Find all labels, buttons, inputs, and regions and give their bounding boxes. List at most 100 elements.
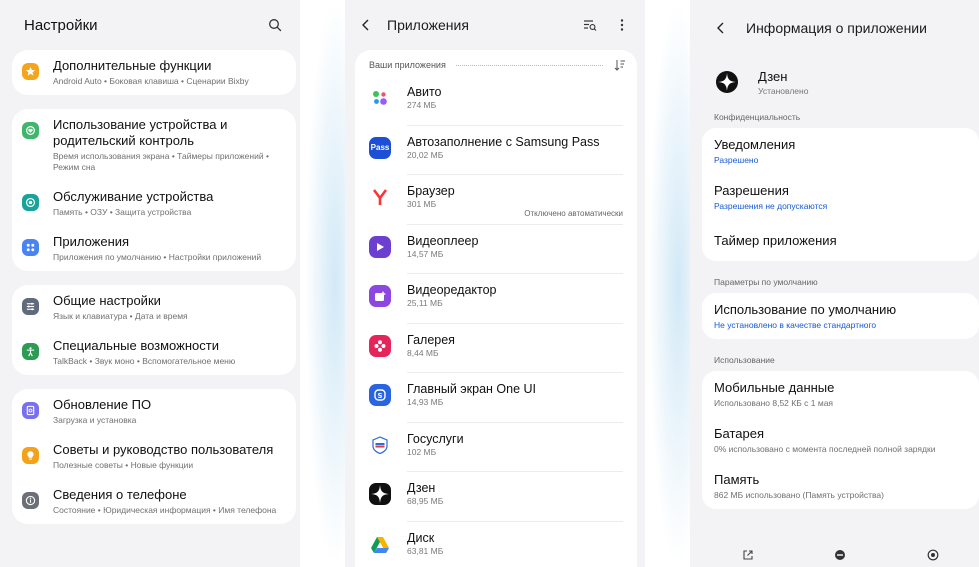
filter-search-icon[interactable] xyxy=(579,14,601,36)
app-item-text: Авито 274 МБ xyxy=(407,84,623,126)
app-list-item[interactable]: S Главный экран One UI 14,93 МБ xyxy=(355,373,637,423)
app-size: 63,81 МБ xyxy=(407,545,444,556)
force-stop-icon[interactable] xyxy=(927,549,939,561)
star-icon xyxy=(22,63,39,80)
settings-item[interactable]: Использование устройства и родительский … xyxy=(12,109,296,181)
disable-icon[interactable] xyxy=(834,549,846,561)
app-item-text: Диск 63,81 МБ xyxy=(407,530,623,567)
update-icon xyxy=(22,402,39,419)
app-size: 102 МБ xyxy=(407,446,437,457)
back-arrow-icon[interactable] xyxy=(361,14,383,36)
settings-item[interactable]: Общие настройки Язык и клавиатура • Дата … xyxy=(12,285,296,330)
gallery-icon xyxy=(369,334,391,357)
app-list-item[interactable]: Авито 274 МБ xyxy=(355,76,637,126)
mobile-data-item[interactable]: Мобильные данные Использовано 8,52 КБ с … xyxy=(702,371,979,417)
settings-item-subtitle: Android Auto • Боковая клавиша • Сценари… xyxy=(53,76,249,86)
settings-item[interactable]: Советы и руководство пользователя Полезны… xyxy=(12,434,296,479)
app-size: 25,11 МБ xyxy=(407,298,443,308)
settings-item-subtitle: Приложения по умолчанию • Настройки прил… xyxy=(53,252,262,262)
settings-item-subtitle: Память • ОЗУ • Защита устройства xyxy=(53,207,192,217)
settings-item[interactable]: Сведения о телефоне Состояние • Юридическ… xyxy=(12,479,296,524)
settings-item[interactable]: Специальные возможности TalkBack • Звук м… xyxy=(12,330,296,375)
app-name: Видеоредактор xyxy=(407,283,497,297)
more-options-icon[interactable] xyxy=(611,14,633,36)
app-size: 14,57 МБ xyxy=(407,248,444,259)
app-list-item[interactable]: Госуслуги 102 МБ xyxy=(355,423,637,472)
app-status-note: Отключено автоматически xyxy=(524,208,623,218)
wellbeing-icon xyxy=(22,122,39,139)
section-label: Ваши приложения xyxy=(369,60,446,70)
item-subtitle: Не установлено в качестве стандартного xyxy=(714,320,877,330)
settings-group-card: Общие настройки Язык и клавиатура • Дата … xyxy=(12,285,296,375)
yandex-browser-icon xyxy=(369,186,391,208)
search-icon[interactable] xyxy=(264,14,286,36)
notifications-item[interactable]: Уведомления Разрешено xyxy=(702,128,979,174)
settings-item[interactable]: Дополнительные функции Android Auto • Бок… xyxy=(12,50,296,95)
app-list-item[interactable]: Видеоредактор 25,11 МБ xyxy=(355,274,637,324)
sort-icon[interactable] xyxy=(613,58,627,72)
app-list-item[interactable]: Диск 63,81 МБ xyxy=(355,522,637,567)
item-subtitle: 0% использовано с момента последней полн… xyxy=(714,444,936,454)
settings-item-title: Приложения xyxy=(53,234,130,249)
app-list-item[interactable]: Дзен 68,95 МБ xyxy=(355,472,637,522)
app-size: 20,02 МБ xyxy=(407,149,444,160)
settings-item-title: Обслуживание устройства xyxy=(53,189,214,204)
default-use-item[interactable]: Использование по умолчанию Не установлен… xyxy=(702,293,979,339)
settings-item-title: Дополнительные функции xyxy=(53,58,212,73)
app-name: Дзен xyxy=(758,68,788,84)
page-title: Приложения xyxy=(387,17,469,33)
settings-item[interactable]: Обслуживание устройства Память • ОЗУ • За… xyxy=(12,181,296,226)
apps-list-card: Ваши приложения Авито 274 МБ Pass Автозапол… xyxy=(355,50,637,567)
settings-item[interactable]: Обновление ПО Загрузка и установка xyxy=(12,389,296,434)
settings-item-text: Приложения Приложения по умолчанию • Наст… xyxy=(53,234,284,263)
settings-group-card: Обновление ПО Загрузка и установка Советы … xyxy=(12,389,296,524)
open-external-icon[interactable] xyxy=(742,549,754,561)
item-subtitle: Использовано 8,52 КБ с 1 мая xyxy=(714,398,834,408)
settings-item-text: Общие настройки Язык и клавиатура • Дата … xyxy=(53,293,284,322)
sliders-icon xyxy=(22,298,39,315)
item-title: Использование по умолчанию xyxy=(714,302,897,317)
samsung-pass-icon: Pass xyxy=(369,136,391,159)
app-status: Установлено xyxy=(758,85,809,96)
app-list-item[interactable]: Pass Автозаполнение с Samsung Pass 20,02 М… xyxy=(355,126,637,175)
back-arrow-icon[interactable] xyxy=(716,17,738,39)
app-size: 274 МБ xyxy=(407,100,437,110)
item-subtitle: 862 МБ использовано (Память устройства) xyxy=(714,490,884,500)
app-name: Браузер xyxy=(407,184,455,198)
settings-item-title: Использование устройства и родительский … xyxy=(53,117,228,148)
item-title: Батарея xyxy=(714,426,765,441)
app-list-item[interactable]: Галерея 8,44 МБ xyxy=(355,324,637,373)
settings-item[interactable]: Приложения Приложения по умолчанию • Наст… xyxy=(12,226,296,271)
app-item-text: Автозаполнение с Samsung Pass 20,02 МБ xyxy=(407,134,623,175)
settings-item-title: Сведения о телефоне xyxy=(53,487,187,502)
section-label: Использование xyxy=(714,355,775,365)
app-list-item[interactable]: Браузер 301 МБ Отключено автоматически xyxy=(355,175,637,225)
settings-group-card: Использование устройства и родительский … xyxy=(12,109,296,271)
svg-text:S: S xyxy=(377,392,382,400)
settings-item-title: Общие настройки xyxy=(53,293,161,308)
item-title: Память xyxy=(714,472,760,487)
app-icon-label: Pass xyxy=(370,143,390,152)
settings-item-text: Обслуживание устройства Память • ОЗУ • За… xyxy=(53,189,284,218)
app-info-screen: Информация о приложении Дзен Установлено… xyxy=(690,0,979,567)
settings-item-text: Обновление ПО Загрузка и установка xyxy=(53,397,284,426)
app-list-item[interactable]: Видеоплеер 14,57 МБ xyxy=(355,225,637,274)
app-name: Видеоплеер xyxy=(407,233,479,248)
video-editor-icon xyxy=(369,285,391,307)
app-item-text: Госуслуги 102 МБ xyxy=(407,431,623,472)
permissions-item[interactable]: Разрешения Разрешения не допускаются xyxy=(702,174,979,220)
app-timer-item[interactable]: Таймер приложения xyxy=(702,220,979,261)
bottom-action-bar xyxy=(690,543,979,567)
apps-header: Приложения xyxy=(345,0,645,50)
dzen-icon xyxy=(716,71,738,93)
app-name: Галерея xyxy=(407,332,455,347)
settings-item-text: Советы и руководство пользователя Полезны… xyxy=(53,442,284,471)
app-identity: Дзен Установлено xyxy=(690,56,979,104)
storage-item[interactable]: Память 862 МБ использовано (Память устро… xyxy=(702,463,979,509)
video-player-icon xyxy=(369,235,391,258)
settings-item-title: Специальные возможности xyxy=(53,338,219,353)
item-title: Мобильные данные xyxy=(714,380,835,395)
app-size: 14,93 МБ xyxy=(407,397,444,407)
battery-item[interactable]: Батарея 0% использовано с момента послед… xyxy=(702,417,979,463)
apps-screen: Приложения Ваши приложения Авито 274 МБ Pa… xyxy=(345,0,645,567)
